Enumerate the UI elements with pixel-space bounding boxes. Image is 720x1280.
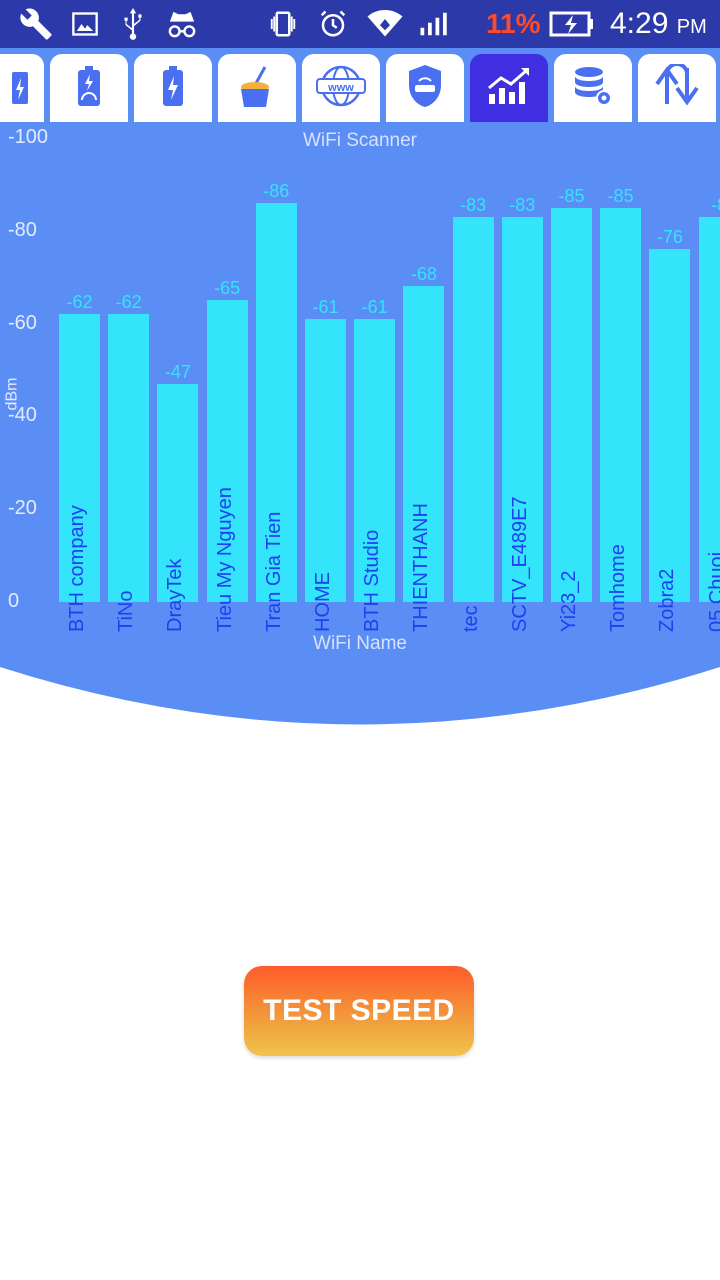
router-shield-icon xyxy=(405,63,445,114)
chart-bar xyxy=(452,216,494,602)
test-speed-button[interactable]: TEST SPEED xyxy=(244,966,474,1056)
clock-time: 4:29 xyxy=(610,7,669,40)
bar-value-label: -61 xyxy=(361,296,388,317)
bar-category-label: Zobra2 xyxy=(656,568,679,632)
bar-value-label: -76 xyxy=(656,227,683,248)
chart-bar xyxy=(649,249,691,602)
wrench-icon xyxy=(16,0,56,48)
bar-category-label: THIENTHANH xyxy=(410,503,433,632)
status-bar: 11% 4:29 PM xyxy=(0,0,720,48)
chart-trend-icon xyxy=(485,66,533,111)
bar-value-label: -86 xyxy=(263,180,290,201)
cleaner-icon xyxy=(235,63,279,114)
bar-value-label: -85 xyxy=(607,185,634,206)
alarm-icon xyxy=(316,0,350,48)
bar-value-label: -8 xyxy=(711,194,720,215)
chart-bar xyxy=(698,216,720,602)
battery-charge-icon xyxy=(160,64,186,113)
chart-bar xyxy=(108,314,150,602)
bar-category-label: tec xyxy=(459,605,482,632)
x-axis-label: WiFi Name xyxy=(313,633,407,654)
y-tick-label: -80 xyxy=(8,218,37,241)
wifi-icon xyxy=(364,0,406,48)
tab-battery-speed[interactable] xyxy=(50,54,128,122)
chart-title: WiFi Scanner xyxy=(302,130,418,151)
www-icon: www xyxy=(315,64,367,113)
clock: 4:29 PM xyxy=(610,0,707,48)
bar-category-label: Yi23_2 xyxy=(558,570,580,632)
tab-battery-charge[interactable] xyxy=(134,54,212,122)
bar-value-label: -68 xyxy=(410,264,437,285)
tab-battery-bolt[interactable] xyxy=(0,54,44,122)
database-gear-icon xyxy=(571,64,615,113)
tab-chart-trend[interactable] xyxy=(470,54,548,122)
bar-category-label: SCTV_E489E7 xyxy=(508,496,531,632)
cell-signal-icon xyxy=(416,0,450,48)
bar-category-label: Tran Gia Tien xyxy=(262,511,285,632)
bar-category-label: BTH Studio xyxy=(361,529,384,632)
bar-category-label: TiNo xyxy=(115,590,138,632)
bar-category-label: Tomhome xyxy=(607,544,630,632)
chart-bar xyxy=(305,318,346,602)
bar-value-label: -47 xyxy=(164,361,191,382)
bar-category-label: 05 Chuoi xyxy=(705,551,720,632)
bar-category-label: HOME xyxy=(312,572,334,632)
tab-bar: www xyxy=(0,48,720,122)
usb-icon xyxy=(116,0,150,48)
chart-bar xyxy=(551,207,592,602)
battery-bolt-icon xyxy=(10,66,30,111)
y-tick-label: -20 xyxy=(8,497,37,520)
y-tick-label: -100 xyxy=(8,126,49,148)
chart-bar xyxy=(600,207,642,602)
image-icon xyxy=(68,0,102,48)
bar-value-label: -62 xyxy=(115,292,142,313)
y-tick-label: -60 xyxy=(8,311,37,334)
bar-category-label: Tieu My Nguyen xyxy=(213,487,236,632)
tab-database-gear[interactable] xyxy=(554,54,632,122)
y-tick-label: 0 xyxy=(8,590,20,612)
battery-speed-icon xyxy=(75,64,103,113)
bar-category-label: BTH company xyxy=(66,505,88,632)
battery-charging-icon xyxy=(548,0,596,48)
tab-transfer-arrows[interactable] xyxy=(638,54,716,122)
vibrate-icon xyxy=(266,0,300,48)
tab-router-shield[interactable] xyxy=(386,54,464,122)
tab-cleaner[interactable] xyxy=(218,54,296,122)
clock-ampm: PM xyxy=(676,16,707,38)
bar-value-label: -65 xyxy=(214,278,241,299)
bar-category-label: DrayTek xyxy=(164,558,187,632)
transfer-arrows-icon xyxy=(653,61,701,113)
incognito-icon xyxy=(162,0,202,48)
battery-percent: 11% xyxy=(486,8,541,39)
svg-text:www: www xyxy=(327,82,354,94)
tab-www[interactable]: www xyxy=(302,54,380,122)
y-tick-label: -40 xyxy=(8,404,37,427)
